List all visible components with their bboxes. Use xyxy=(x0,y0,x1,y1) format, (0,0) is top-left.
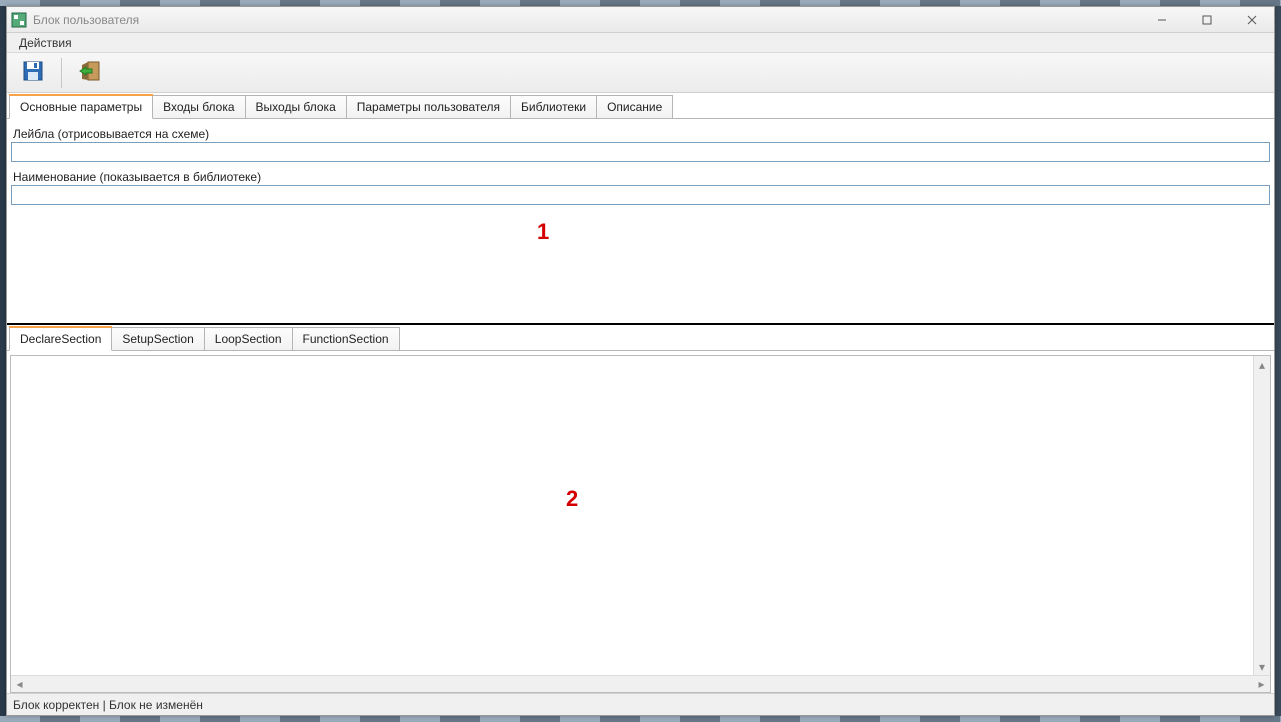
exit-button[interactable] xyxy=(70,56,110,90)
name-field-label: Наименование (показывается в библиотеке) xyxy=(13,170,1270,184)
minimize-button[interactable] xyxy=(1139,7,1184,33)
vertical-scrollbar[interactable]: ▴ ▾ xyxy=(1253,356,1270,675)
maximize-button[interactable] xyxy=(1184,7,1229,33)
label-field-label: Лейбла (отрисовывается на схеме) xyxy=(13,127,1270,141)
top-pane: Основные параметры Входы блока Выходы бл… xyxy=(7,93,1274,325)
bottom-tabstrip: DeclareSection SetupSection LoopSection … xyxy=(7,325,1274,351)
save-icon xyxy=(21,59,45,86)
toolbar-separator xyxy=(61,58,62,88)
top-tabstrip: Основные параметры Входы блока Выходы бл… xyxy=(7,93,1274,119)
scroll-down-icon: ▾ xyxy=(1254,658,1270,675)
label-field[interactable] xyxy=(11,142,1270,162)
annotation-1: 1 xyxy=(537,219,549,245)
close-button[interactable] xyxy=(1229,7,1274,33)
name-field[interactable] xyxy=(11,185,1270,205)
save-button[interactable] xyxy=(13,56,53,90)
tab-outputs[interactable]: Выходы блока xyxy=(245,95,347,119)
menubar: Действия xyxy=(7,33,1274,53)
tab-user-params[interactable]: Параметры пользователя xyxy=(346,95,511,119)
status-text: Блок корректен | Блок не изменён xyxy=(13,698,203,712)
tab-libraries[interactable]: Библиотеки xyxy=(510,95,597,119)
annotation-2: 2 xyxy=(566,486,578,512)
window-title: Блок пользователя xyxy=(33,13,139,27)
top-tabpage: Лейбла (отрисовывается на схеме) Наимено… xyxy=(7,118,1274,323)
tab-inputs[interactable]: Входы блока xyxy=(152,95,245,119)
tab-function-section[interactable]: FunctionSection xyxy=(292,327,400,351)
tab-main-params[interactable]: Основные параметры xyxy=(9,95,153,119)
code-editor[interactable]: 2 ▴ ▾ ◂ ▸ xyxy=(10,355,1271,693)
menu-actions[interactable]: Действия xyxy=(13,34,78,52)
tab-description[interactable]: Описание xyxy=(596,95,673,119)
bottom-pane: DeclareSection SetupSection LoopSection … xyxy=(7,325,1274,693)
tab-declare-section[interactable]: DeclareSection xyxy=(9,327,112,351)
exit-icon xyxy=(78,59,102,86)
tab-loop-section[interactable]: LoopSection xyxy=(204,327,293,351)
titlebar: Блок пользователя xyxy=(7,7,1274,33)
desktop-background-bottom xyxy=(0,716,1281,722)
app-icon xyxy=(11,12,27,28)
scroll-up-icon: ▴ xyxy=(1254,356,1270,373)
code-area-wrap: 2 ▴ ▾ ◂ ▸ xyxy=(7,350,1274,693)
app-window: Блок пользователя Действия xyxy=(6,6,1275,716)
horizontal-scrollbar[interactable]: ◂ ▸ xyxy=(11,675,1270,692)
tab-setup-section[interactable]: SetupSection xyxy=(111,327,204,351)
toolbar xyxy=(7,53,1274,93)
statusbar: Блок корректен | Блок не изменён xyxy=(7,693,1274,715)
scroll-right-icon: ▸ xyxy=(1253,676,1270,692)
scroll-left-icon: ◂ xyxy=(11,676,28,692)
